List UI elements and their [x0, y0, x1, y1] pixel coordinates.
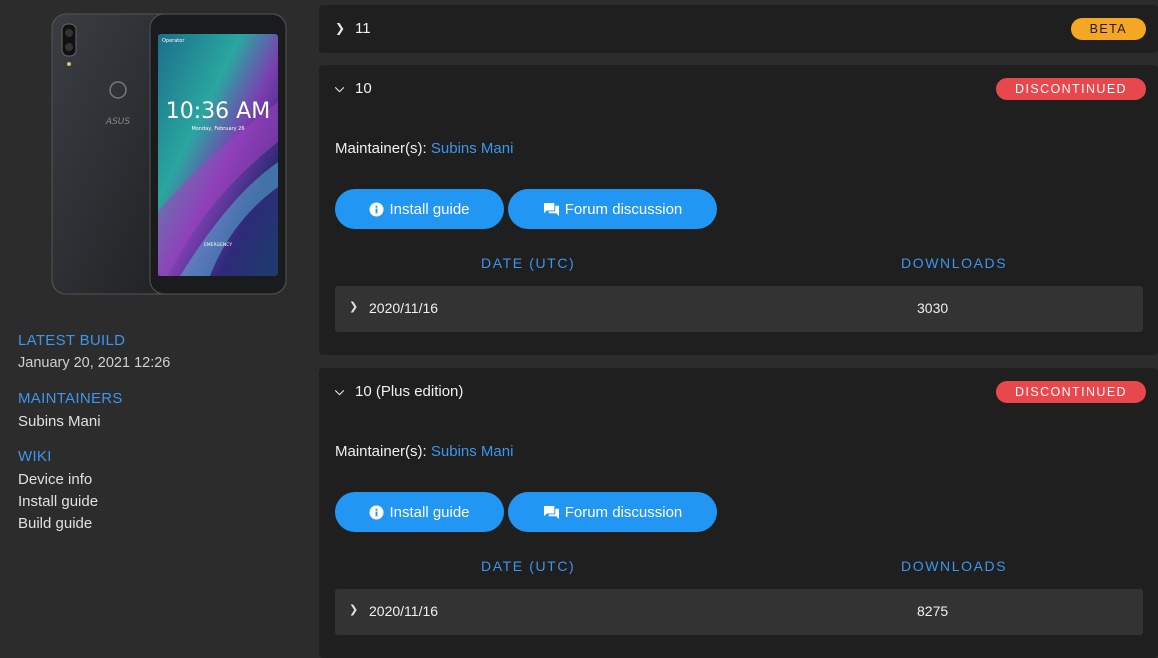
- device-image: ASUS Operator 10:36 AM Monday, February …: [51, 13, 287, 295]
- maintainer-link[interactable]: Subins Mani: [431, 443, 514, 460]
- device-emergency-text: EMERGENCY: [204, 242, 232, 248]
- forum-discussion-label: Forum discussion: [564, 200, 683, 218]
- version-header-10-plus[interactable]: ⌵ 10 (Plus edition) DISCONTINUED: [319, 368, 1158, 416]
- chevron-right-icon: ❯: [349, 604, 359, 616]
- version-title: 10 (Plus edition): [355, 383, 464, 400]
- table-row[interactable]: ❯ 2020/11/16 3030: [335, 286, 1143, 332]
- wiki-section: WIKI Device info Install guide Build gui…: [18, 448, 98, 532]
- column-header-downloads[interactable]: DOWNLOADS: [901, 558, 1007, 574]
- maintainer-line: Maintainer(s): Subins Mani: [335, 443, 513, 460]
- wiki-link-device-info[interactable]: Device info: [18, 471, 98, 488]
- chevron-down-icon: ⌵: [335, 81, 345, 95]
- version-header-10[interactable]: ⌵ 10 DISCONTINUED: [319, 65, 1158, 113]
- status-badge: DISCONTINUED: [996, 381, 1146, 403]
- install-guide-button[interactable]: Install guide: [335, 189, 504, 229]
- version-card-10-plus: ⌵ 10 (Plus edition) DISCONTINUED Maintai…: [319, 368, 1158, 658]
- status-badge: BETA: [1070, 18, 1146, 40]
- version-title: 11: [355, 20, 371, 37]
- version-card-10: ⌵ 10 DISCONTINUED Maintainer(s): Subins …: [319, 65, 1158, 355]
- device-brand-text: ASUS: [105, 117, 130, 127]
- info-icon: [369, 504, 384, 520]
- device-operator-text: Operator: [162, 38, 185, 44]
- build-date: 2020/11/16: [369, 603, 439, 619]
- version-title: 10: [355, 80, 372, 97]
- maintainer-line: Maintainer(s): Subins Mani: [335, 140, 513, 157]
- chevron-right-icon: ❯: [335, 21, 346, 35]
- build-downloads: 3030: [917, 300, 949, 316]
- latest-build-value: January 20, 2021 12:26: [18, 355, 171, 371]
- chevron-down-icon: ⌵: [335, 384, 345, 398]
- build-date: 2020/11/16: [369, 300, 439, 316]
- maintainers-heading: MAINTAINERS: [18, 390, 123, 407]
- install-guide-label: Install guide: [389, 200, 470, 218]
- info-icon: [369, 201, 384, 217]
- version-card-11: ❯ 11 BETA: [319, 5, 1158, 53]
- wiki-heading: WIKI: [18, 448, 52, 465]
- build-downloads: 8275: [917, 603, 949, 619]
- sidebar: ASUS Operator 10:36 AM Monday, February …: [0, 0, 300, 658]
- column-header-date[interactable]: DATE (UTC): [481, 255, 575, 271]
- status-badge: DISCONTINUED: [996, 78, 1146, 100]
- maintainer-link[interactable]: Subins Mani: [431, 140, 514, 157]
- forum-discussion-button[interactable]: Forum discussion: [508, 189, 717, 229]
- forum-icon: [543, 202, 559, 216]
- device-date-text: Monday, February 26: [191, 126, 244, 132]
- maintainer-label: Maintainer(s):: [335, 140, 427, 157]
- forum-icon: [543, 505, 559, 519]
- maintainer-label: Maintainer(s):: [335, 443, 427, 460]
- wiki-link-build-guide[interactable]: Build guide: [18, 515, 98, 532]
- forum-discussion-button[interactable]: Forum discussion: [508, 492, 717, 532]
- latest-build-heading: LATEST BUILD: [18, 332, 126, 349]
- forum-discussion-label: Forum discussion: [564, 503, 683, 521]
- maintainers-section: MAINTAINERS Subins Mani: [18, 390, 123, 430]
- latest-build-section: LATEST BUILD January 20, 2021 12:26: [18, 332, 170, 371]
- install-guide-button[interactable]: Install guide: [335, 492, 504, 532]
- column-header-downloads[interactable]: DOWNLOADS: [901, 255, 1007, 271]
- maintainers-value: Subins Mani: [18, 413, 101, 430]
- wiki-link-install-guide[interactable]: Install guide: [18, 493, 98, 510]
- table-row[interactable]: ❯ 2020/11/16 8275: [335, 589, 1143, 635]
- chevron-right-icon: ❯: [349, 301, 359, 313]
- column-header-date[interactable]: DATE (UTC): [481, 558, 575, 574]
- install-guide-label: Install guide: [389, 503, 470, 521]
- device-clock-text: 10:36 AM: [166, 99, 270, 124]
- version-header-11[interactable]: ❯ 11 BETA: [319, 5, 1158, 53]
